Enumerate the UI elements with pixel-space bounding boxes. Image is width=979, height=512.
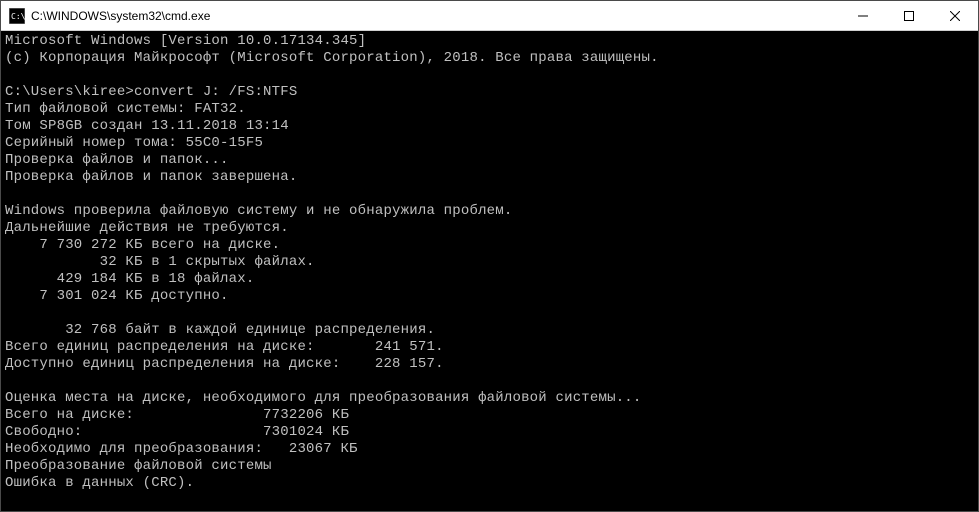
window-title: C:\WINDOWS\system32\cmd.exe <box>31 9 210 23</box>
terminal-output: Microsoft Windows [Version 10.0.17134.34… <box>5 33 974 511</box>
maximize-button[interactable] <box>886 1 932 30</box>
close-button[interactable] <box>932 1 978 30</box>
cmd-window: C:\ C:\WINDOWS\system32\cmd.exe Microsof… <box>0 0 979 512</box>
window-controls <box>840 1 978 30</box>
cmd-icon: C:\ <box>9 8 25 24</box>
minimize-button[interactable] <box>840 1 886 30</box>
svg-text:C:\: C:\ <box>11 12 25 21</box>
terminal-area[interactable]: Microsoft Windows [Version 10.0.17134.34… <box>1 31 978 511</box>
window-titlebar[interactable]: C:\ C:\WINDOWS\system32\cmd.exe <box>1 1 978 31</box>
